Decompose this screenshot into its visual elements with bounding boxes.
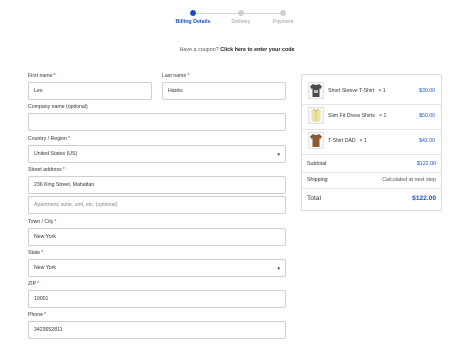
cart-item: Slim Fit Dress Shirts × 1 $50.00 (302, 107, 441, 126)
item-qty: × 1 (378, 113, 387, 119)
required-mark: * (53, 73, 56, 79)
checkout-stepper: Billing Details Delivery Payment (0, 6, 474, 32)
phone-field[interactable]: 3423652811 (28, 321, 286, 339)
cart-item-name: Slim Fit Dress Shirts × 1 (328, 113, 386, 119)
required-mark: * (41, 250, 44, 256)
dress-shirt-icon (311, 108, 321, 122)
company-label-text: Company name (optional) (28, 104, 88, 110)
subtotal-value: $122.00 (416, 161, 436, 167)
cart-item-name: T-Shirt DAD × 1 (328, 138, 367, 144)
shipping-row: Shipping Calculated at next step (307, 177, 436, 183)
coupon-text: Have a coupon? (179, 47, 219, 53)
item-name: Short Sleeve T-Shirt (328, 88, 375, 94)
street-address-field[interactable]: 236 King Street, Mahattan (28, 176, 286, 194)
street-label: Street address* (28, 167, 65, 173)
city-field[interactable]: New York (28, 228, 286, 246)
coupon-notice: Have a coupon? Click here to enter your … (0, 47, 474, 53)
chevron-down-icon: ▼ (276, 152, 281, 157)
shipping-label: Shipping (307, 177, 328, 183)
company-label: Company name (optional) (28, 104, 88, 110)
phone-label-text: Phone (28, 312, 44, 318)
cart-item: Short Sleeve T-Shirt × 1 $30.00 (302, 82, 441, 101)
divider (302, 188, 441, 189)
subtotal-label: Subtotal (307, 161, 327, 167)
state-select[interactable]: New York ▼ (28, 259, 286, 277)
item-qty: × 1 (359, 138, 368, 144)
country-value: United States (US) (34, 151, 78, 157)
zip-field[interactable]: 10001 (28, 290, 286, 308)
item-price: $30.00 (419, 88, 435, 94)
required-mark: * (67, 136, 70, 142)
required-mark: * (44, 312, 47, 318)
zip-label-text: ZIP (28, 281, 37, 287)
city-value: New York (34, 234, 56, 240)
chevron-down-icon: ▼ (276, 266, 281, 271)
tshirt-icon (310, 134, 322, 147)
product-thumbnail (308, 107, 324, 124)
subtotal-row: Subtotal $122.00 (307, 161, 436, 167)
item-name: Slim Fit Dress Shirts (328, 113, 375, 119)
first-name-label: First name* (28, 73, 56, 79)
first-name-value: Leo (34, 88, 43, 94)
step-payment[interactable]: Payment (253, 6, 313, 25)
tshirt-icon (310, 84, 322, 97)
step-label: Payment (272, 19, 294, 25)
divider (302, 129, 441, 130)
phone-value: 3423652811 (34, 327, 63, 333)
item-price: $50.00 (419, 113, 435, 119)
company-field[interactable] (28, 113, 286, 131)
product-thumbnail (308, 82, 324, 99)
last-name-label: Last name* (162, 73, 189, 79)
last-name-value: Hanks (168, 88, 183, 94)
total-label: Total (307, 195, 321, 202)
state-label-text: State (28, 250, 41, 256)
required-mark: * (62, 167, 65, 173)
step-dot (190, 10, 196, 16)
first-name-field[interactable]: Leo (28, 82, 152, 100)
country-label: Country / Region* (28, 136, 70, 142)
state-label: State* (28, 250, 43, 256)
apartment-field[interactable]: Apartment, suite, unit, etc. (optional) (28, 196, 286, 214)
country-label-text: Country / Region (28, 136, 67, 142)
item-name: T-Shirt DAD (328, 138, 356, 144)
shipping-value: Calculated at next step (382, 177, 436, 183)
product-thumbnail (308, 132, 324, 149)
required-mark: * (37, 281, 40, 287)
item-qty: × 1 (378, 88, 386, 94)
phone-label: Phone* (28, 312, 46, 318)
total-value: $122.00 (412, 195, 436, 202)
order-summary: Short Sleeve T-Shirt × 1 $30.00 Slim Fit … (301, 74, 442, 211)
total-row: Total $122.00 (307, 195, 436, 202)
last-name-field[interactable]: Hanks (162, 82, 286, 100)
required-mark: * (187, 73, 190, 79)
apartment-placeholder: Apartment, suite, unit, etc. (optional) (34, 202, 118, 208)
street-value: 236 King Street, Mahattan (34, 182, 95, 188)
state-value: New York (34, 265, 56, 271)
divider (302, 104, 441, 105)
item-price: $42.00 (419, 138, 435, 144)
divider (302, 172, 441, 173)
required-mark: * (54, 219, 57, 225)
coupon-link[interactable]: Click here to enter your code (220, 47, 294, 53)
last-name-label-text: Last name (162, 73, 187, 79)
country-select[interactable]: United States (US) ▼ (28, 145, 286, 163)
cart-item: T-Shirt DAD × 1 $42.00 (302, 132, 441, 151)
zip-value: 10001 (34, 296, 49, 302)
city-label: Town / City* (28, 219, 56, 225)
street-label-text: Street address (28, 167, 62, 173)
city-label-text: Town / City (28, 219, 54, 225)
zip-label: ZIP* (28, 281, 39, 287)
step-dot (238, 10, 244, 16)
cart-item-name: Short Sleeve T-Shirt × 1 (328, 88, 386, 94)
divider (302, 154, 441, 155)
step-dot (280, 10, 286, 16)
first-name-label-text: First name (28, 73, 53, 79)
